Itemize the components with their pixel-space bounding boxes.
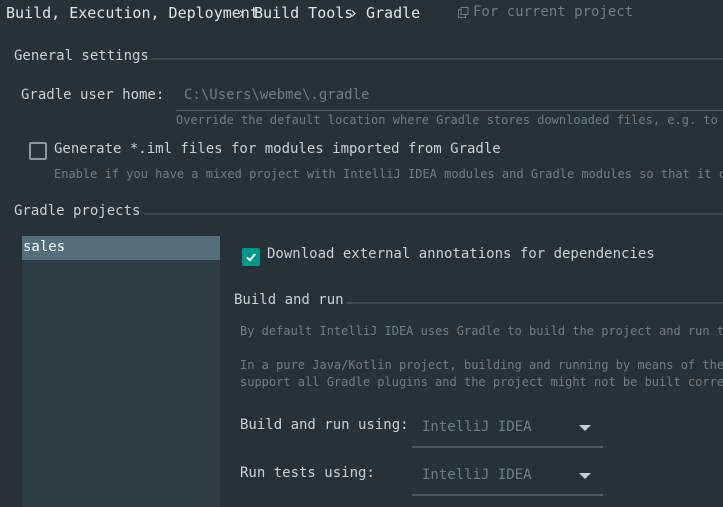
gradle-user-home-label: Gradle user home:: [21, 87, 165, 103]
check-icon: [246, 253, 256, 262]
copy-icon: [458, 6, 469, 22]
gradle-user-home-field[interactable]: C:\Users\webme\.gradle: [176, 82, 723, 111]
run-tests-using-label: Run tests using:: [240, 465, 375, 481]
generate-iml-checkbox[interactable]: [29, 142, 47, 160]
scope-label: For current project: [473, 4, 634, 20]
build-run-description: By default IntelliJ IDEA uses Gradle to …: [240, 324, 723, 338]
build-run-using-dropdown[interactable]: IntelliJ IDEA: [412, 410, 603, 448]
build-run-description: In a pure Java/Kotlin project, building …: [240, 358, 723, 372]
gradle-user-home-hint: Override the default location where Grad…: [176, 113, 723, 127]
build-and-run-divider: [347, 302, 723, 304]
generate-iml-label[interactable]: Generate *.iml files for modules importe…: [54, 141, 501, 157]
breadcrumb-item-gradle: Gradle: [366, 4, 421, 22]
breadcrumb-item-build-execution[interactable]: Build, Execution, Deployment: [6, 4, 259, 22]
build-run-using-value: IntelliJ IDEA: [422, 419, 532, 435]
download-annotations-label[interactable]: Download external annotations for depend…: [267, 246, 655, 262]
chevron-down-icon: [579, 425, 591, 431]
project-name: sales: [23, 239, 66, 255]
build-and-run-header: Build and run: [234, 292, 344, 308]
gradle-projects-divider: [144, 213, 723, 215]
gradle-user-home-input[interactable]: C:\Users\webme\.gradle: [184, 87, 369, 103]
breadcrumb-item-build-tools[interactable]: Build Tools: [254, 4, 353, 22]
breadcrumb-separator: ›: [349, 4, 359, 22]
build-run-using-label: Build and run using:: [240, 417, 409, 433]
build-run-description: support all Gradle plugins and the proje…: [240, 375, 723, 389]
gradle-projects-list[interactable]: sales: [22, 236, 220, 507]
list-item[interactable]: sales: [22, 236, 220, 260]
chevron-down-icon: [579, 473, 591, 479]
general-settings-header: General settings: [14, 48, 149, 64]
gradle-projects-header: Gradle projects: [14, 203, 141, 219]
breadcrumb-separator: ›: [237, 4, 247, 22]
download-annotations-checkbox[interactable]: [242, 248, 260, 266]
run-tests-using-value: IntelliJ IDEA: [422, 467, 532, 483]
general-settings-divider: [150, 58, 723, 60]
run-tests-using-dropdown[interactable]: IntelliJ IDEA: [412, 458, 603, 496]
generate-iml-hint: Enable if you have a mixed project with …: [54, 167, 723, 181]
